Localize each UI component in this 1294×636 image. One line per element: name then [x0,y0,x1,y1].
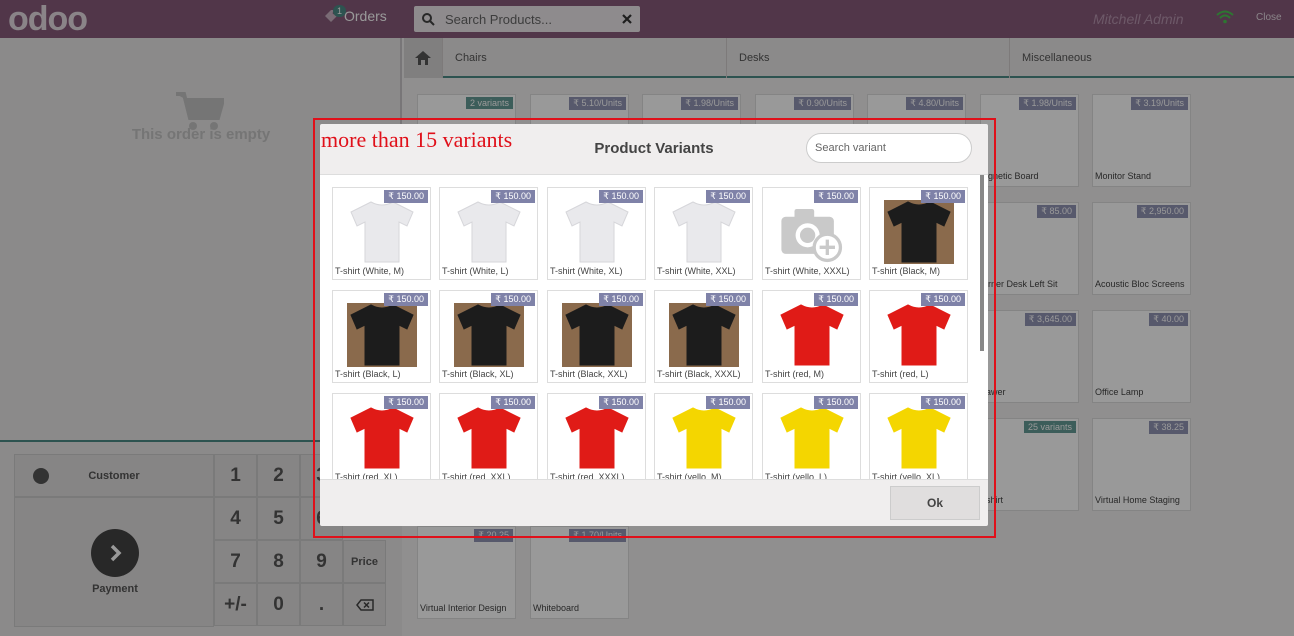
variant-price: ₹ 150.00 [921,190,965,203]
variant-price: ₹ 150.00 [384,293,428,306]
variant-price: ₹ 150.00 [814,293,858,306]
variant-price: ₹ 150.00 [384,190,428,203]
variant-price: ₹ 150.00 [814,396,858,409]
annotation-highlight-box [313,118,996,538]
annotation-text: more than 15 variants [321,127,513,152]
variant-price: ₹ 150.00 [599,293,643,306]
variant-price: ₹ 150.00 [491,293,535,306]
variant-price: ₹ 150.00 [921,396,965,409]
variant-price: ₹ 150.00 [706,293,750,306]
variant-price: ₹ 150.00 [814,190,858,203]
variant-price: ₹ 150.00 [706,396,750,409]
variant-price: ₹ 150.00 [706,190,750,203]
variant-price: ₹ 150.00 [491,396,535,409]
variant-price: ₹ 150.00 [384,396,428,409]
variant-price: ₹ 150.00 [599,396,643,409]
variant-price: ₹ 150.00 [491,190,535,203]
variant-price: ₹ 150.00 [921,293,965,306]
variant-price: ₹ 150.00 [599,190,643,203]
